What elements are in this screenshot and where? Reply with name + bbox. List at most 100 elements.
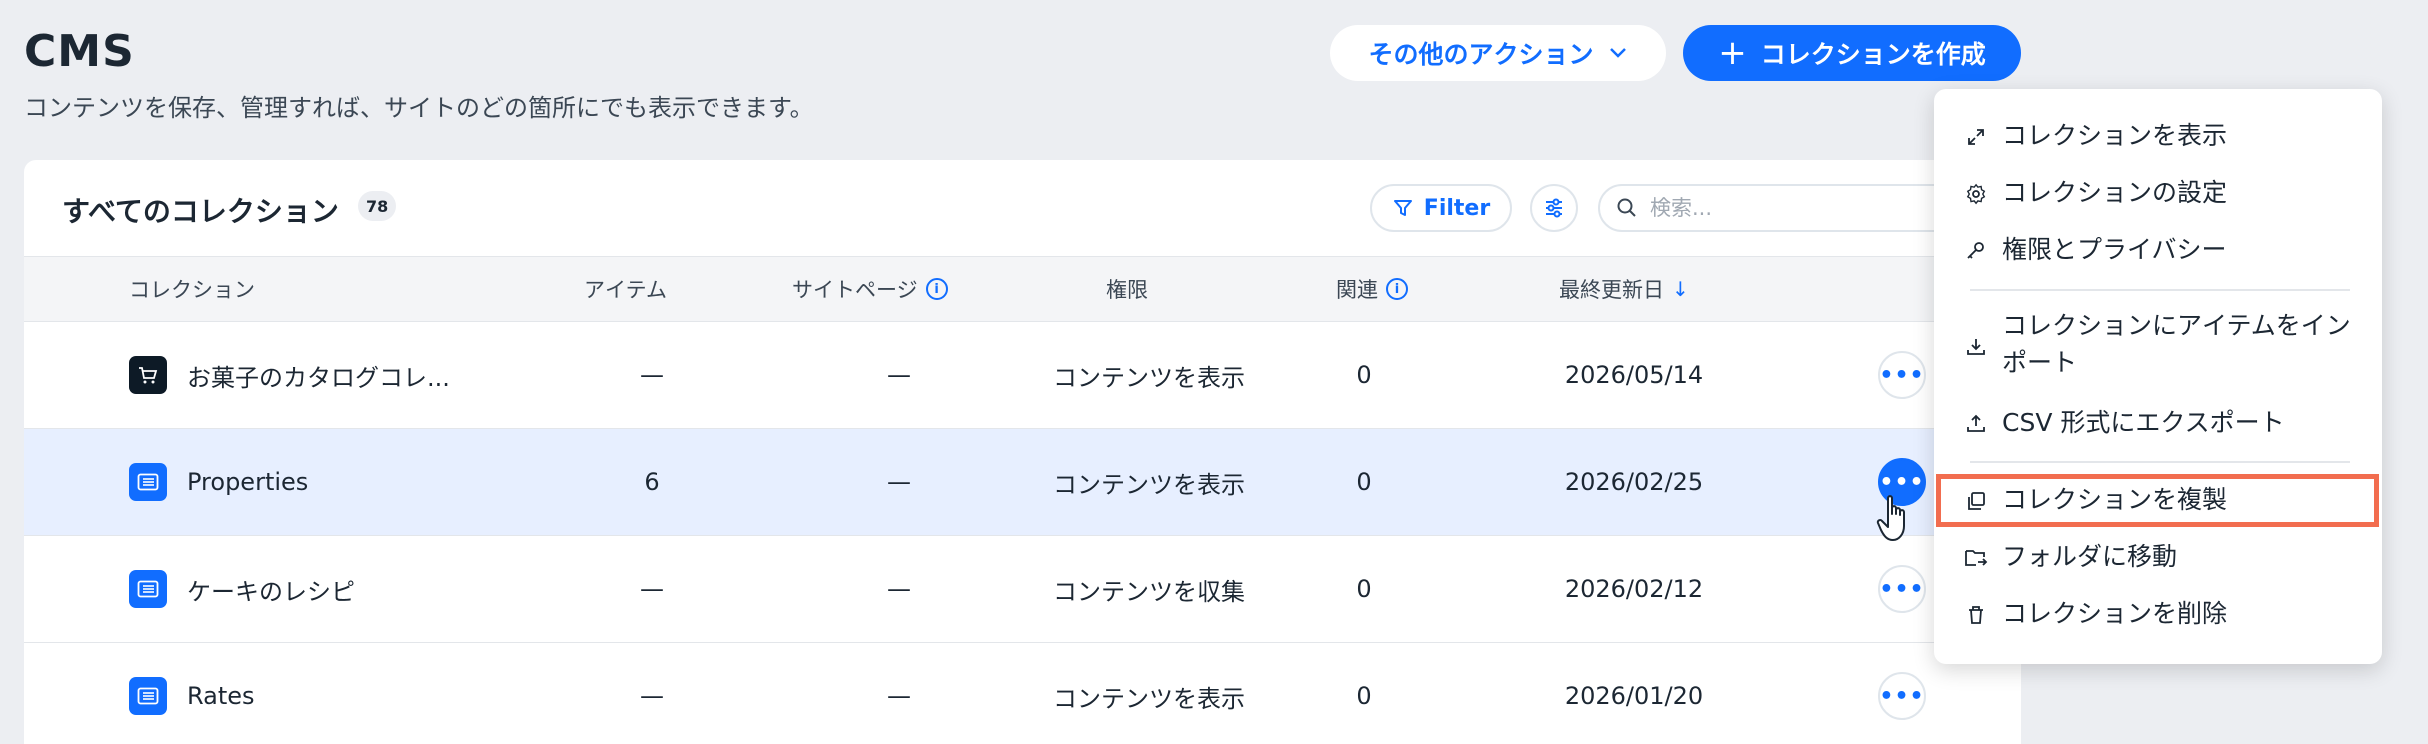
more-actions-label: その他のアクション bbox=[1368, 40, 1594, 69]
last-updated-cell: 2026/05/14 bbox=[1564, 361, 1704, 389]
menu-item-view-collection[interactable]: コレクションを表示 bbox=[1934, 117, 2382, 157]
page-subtitle: コンテンツを保存、管理すれば、サイトのどの箇所にでも表示できます。 bbox=[24, 94, 814, 122]
site-pages-cell: — bbox=[887, 575, 911, 603]
row-more-button[interactable]: ••• bbox=[1878, 672, 1926, 720]
collection-actions-menu: コレクションを表示 コレクションの設定 権限とプライバシー コレクションにアイテ… bbox=[1934, 89, 2382, 664]
column-related[interactable]: 関連 i bbox=[1336, 257, 1408, 321]
table-row[interactable]: お菓子のカタログコレ... — — コンテンツを表示 0 2026/05/14 … bbox=[24, 322, 2021, 429]
search-icon bbox=[1617, 198, 1636, 217]
sliders-icon bbox=[1546, 198, 1562, 218]
column-permissions[interactable]: 権限 bbox=[1106, 257, 1148, 321]
collection-name-cell: ケーキのレシピ bbox=[129, 536, 355, 642]
related-cell: 0 bbox=[1356, 682, 1372, 710]
column-site-pages-label: サイトページ bbox=[792, 278, 918, 302]
export-icon bbox=[1964, 412, 1988, 436]
ellipsis-icon: ••• bbox=[1879, 362, 1925, 388]
table-row[interactable]: Properties 6 — コンテンツを表示 0 2026/02/25 ••• bbox=[24, 429, 2021, 536]
list-icon bbox=[129, 677, 167, 715]
menu-item-label: コレクションを表示 bbox=[2002, 121, 2228, 150]
hand-cursor-icon bbox=[1876, 495, 1905, 541]
menu-item-delete[interactable]: コレクションを削除 bbox=[1934, 595, 2382, 635]
menu-item-label: CSV 形式にエクスポート bbox=[2002, 408, 2285, 437]
filter-icon bbox=[1393, 200, 1412, 216]
items-cell: — bbox=[640, 682, 664, 710]
create-collection-label: コレクションを作成 bbox=[1760, 40, 1986, 69]
row-more-button[interactable]: ••• bbox=[1878, 351, 1926, 399]
menu-divider bbox=[1970, 461, 2350, 463]
column-items[interactable]: アイテム bbox=[584, 257, 667, 321]
items-cell: — bbox=[640, 361, 664, 389]
filter-label: Filter bbox=[1423, 195, 1491, 221]
menu-item-label: コレクションにアイテムをインポート bbox=[2002, 311, 2351, 377]
table-header: コレクション アイテム サイトページ i 権限 関連 i 最終更新日 ↓ bbox=[24, 256, 2021, 322]
menu-item-label: コレクションを削除 bbox=[2002, 599, 2228, 628]
ellipsis-icon: ••• bbox=[1879, 683, 1925, 709]
card-header: すべてのコレクション 78 Filter bbox=[24, 160, 2021, 256]
collection-name-cell: Rates bbox=[129, 643, 255, 744]
site-pages-cell: — bbox=[887, 468, 911, 496]
row-more-button[interactable]: ••• bbox=[1878, 565, 1926, 613]
items-cell: — bbox=[640, 575, 664, 603]
cart-icon bbox=[129, 356, 167, 394]
collections-card: すべてのコレクション 78 Filter コレクション アイテム サイトページ … bbox=[24, 160, 2021, 744]
menu-item-export-csv[interactable]: CSV 形式にエクスポート bbox=[1934, 404, 2382, 444]
related-cell: 0 bbox=[1356, 468, 1372, 496]
info-icon[interactable]: i bbox=[1386, 278, 1408, 300]
menu-item-import[interactable]: コレクションにアイテムをインポート bbox=[1934, 307, 2382, 387]
more-actions-button[interactable]: その他のアクション bbox=[1330, 25, 1666, 81]
table-row[interactable]: ケーキのレシピ — — コンテンツを収集 0 2026/02/12 ••• bbox=[24, 536, 2021, 643]
menu-item-permissions[interactable]: 権限とプライバシー bbox=[1934, 231, 2382, 271]
chevron-down-icon bbox=[1609, 48, 1626, 58]
highlight-box bbox=[1936, 474, 2379, 527]
search-input[interactable] bbox=[1650, 196, 1950, 220]
menu-item-label: フォルダに移動 bbox=[2002, 542, 2178, 571]
column-last-updated[interactable]: 最終更新日 ↓ bbox=[1559, 257, 1689, 321]
ellipsis-icon: ••• bbox=[1879, 576, 1925, 602]
column-related-label: 関連 bbox=[1336, 278, 1378, 302]
permissions-cell: コンテンツを収集 bbox=[1053, 577, 1245, 606]
key-icon bbox=[1964, 239, 1988, 263]
collection-name: Properties bbox=[187, 468, 309, 496]
filter-button[interactable]: Filter bbox=[1370, 184, 1512, 232]
menu-item-label: コレクションの設定 bbox=[2002, 178, 2228, 207]
related-cell: 0 bbox=[1356, 361, 1372, 389]
menu-item-move-folder[interactable]: フォルダに移動 bbox=[1934, 538, 2382, 578]
info-icon[interactable]: i bbox=[925, 278, 948, 300]
items-cell: 6 bbox=[644, 468, 660, 496]
move-folder-icon bbox=[1964, 546, 1988, 570]
column-collection[interactable]: コレクション bbox=[129, 257, 255, 321]
list-icon bbox=[129, 463, 167, 501]
import-icon bbox=[1964, 335, 1988, 359]
column-last-updated-label: 最終更新日 bbox=[1559, 278, 1664, 302]
sort-desc-icon: ↓ bbox=[1672, 277, 1689, 301]
permissions-cell: コンテンツを表示 bbox=[1053, 470, 1245, 499]
menu-item-label: 権限とプライバシー bbox=[2002, 235, 2227, 264]
last-updated-cell: 2026/01/20 bbox=[1564, 682, 1704, 710]
site-pages-cell: — bbox=[887, 361, 911, 389]
create-collection-button[interactable]: + コレクションを作成 bbox=[1683, 25, 2021, 81]
menu-item-collection-settings[interactable]: コレクションの設定 bbox=[1934, 174, 2382, 214]
collection-name: お菓子のカタログコレ... bbox=[187, 363, 450, 392]
gear-icon bbox=[1964, 182, 1988, 206]
column-site-pages[interactable]: サイトページ i bbox=[792, 257, 948, 321]
trash-icon bbox=[1964, 603, 1988, 627]
last-updated-cell: 2026/02/12 bbox=[1564, 575, 1704, 603]
page-title: CMS bbox=[24, 26, 135, 77]
menu-divider bbox=[1970, 289, 2350, 291]
related-cell: 0 bbox=[1356, 575, 1372, 603]
permissions-cell: コンテンツを表示 bbox=[1053, 684, 1245, 713]
last-updated-cell: 2026/02/25 bbox=[1564, 468, 1704, 496]
expand-icon bbox=[1964, 125, 1988, 149]
count-badge: 78 bbox=[358, 191, 397, 221]
table-row[interactable]: Rates — — コンテンツを表示 0 2026/01/20 ••• bbox=[24, 643, 2021, 744]
ellipsis-icon: ••• bbox=[1879, 469, 1925, 495]
card-title: すべてのコレクション bbox=[62, 195, 339, 228]
customize-columns-button[interactable] bbox=[1530, 184, 1578, 232]
collection-name: Rates bbox=[187, 682, 255, 710]
collection-name: ケーキのレシピ bbox=[187, 577, 355, 606]
permissions-cell: コンテンツを表示 bbox=[1053, 363, 1245, 392]
collection-name-cell: お菓子のカタログコレ... bbox=[129, 322, 450, 428]
plus-icon: + bbox=[1718, 33, 1747, 73]
collection-name-cell: Properties bbox=[129, 429, 308, 535]
list-icon bbox=[129, 570, 167, 608]
